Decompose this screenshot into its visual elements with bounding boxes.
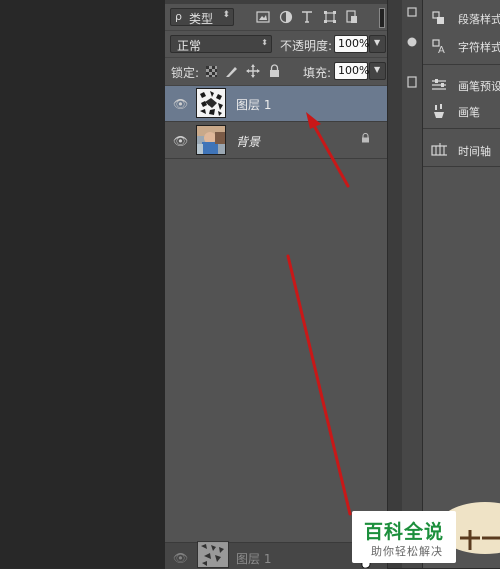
arrow-head-1 bbox=[306, 112, 321, 129]
arrow-line-2 bbox=[286, 254, 352, 516]
watermark-subtitle: 助你轻松解决 bbox=[371, 545, 443, 558]
arrow-line-1 bbox=[310, 120, 350, 188]
watermark-title: 百科全说 bbox=[364, 521, 445, 543]
watermark-badge: 百科全说 助你轻松解决 bbox=[352, 511, 456, 563]
annotation-arrows bbox=[286, 112, 352, 516]
